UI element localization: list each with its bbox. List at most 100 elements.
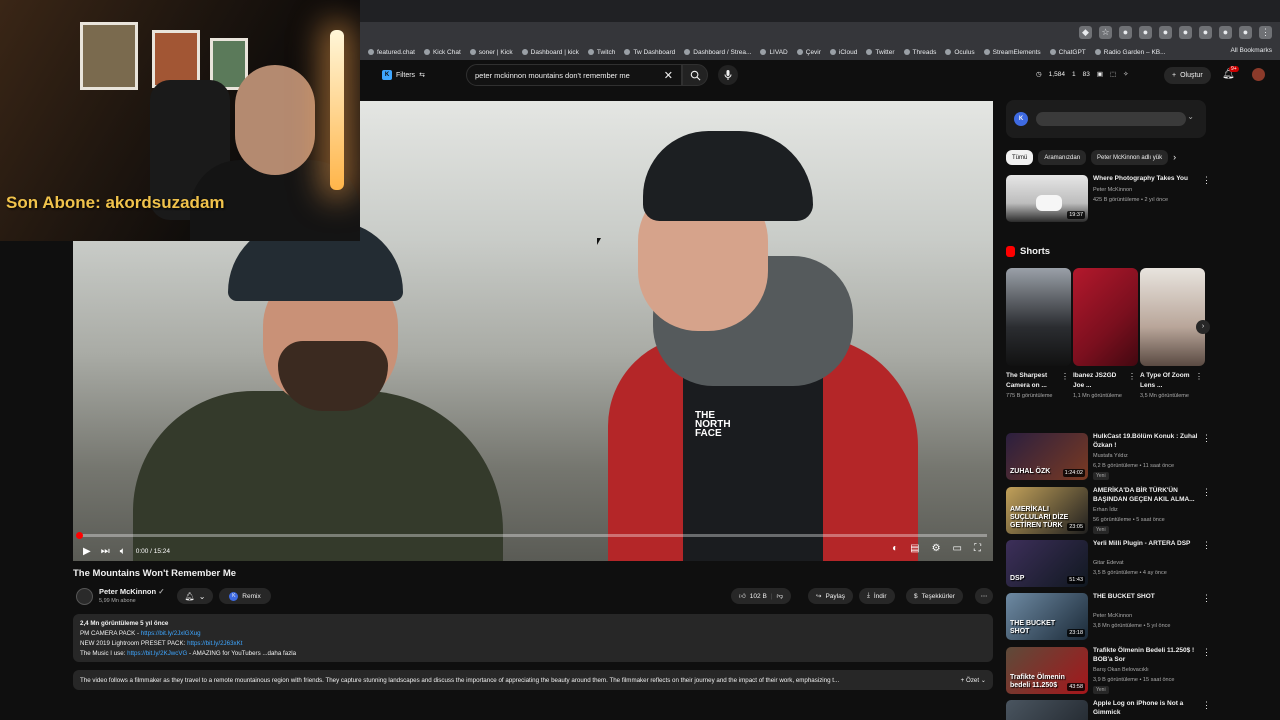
thumbs-down-icon[interactable]: 👎︎	[777, 592, 784, 600]
list-item[interactable]: DSP 51:43 Yerli Milli Plugin - ARTERA DSP G…	[1006, 540, 1211, 588]
progress-scrubber[interactable]	[76, 532, 83, 539]
more-vertical-icon[interactable]: ⋮	[1202, 487, 1211, 498]
short-thumbnail[interactable]	[1006, 268, 1071, 366]
bookmark-item[interactable]: Dashboard | kick	[521, 49, 579, 56]
video-thumbnail[interactable]: THE BUCKET SHOT 23:18	[1006, 593, 1088, 640]
all-bookmarks-button[interactable]: All Bookmarks	[1230, 47, 1272, 54]
description-link[interactable]: https://bit.ly/2KJwcVG	[127, 650, 187, 657]
video-thumbnail[interactable]: ZUHAL ÖZK 1:24:02	[1006, 433, 1088, 480]
chip-channel[interactable]: Peter McKinnon adlı yük	[1091, 150, 1169, 165]
next-icon[interactable]: ⏭︎	[101, 546, 110, 557]
short-item[interactable]: A Type Of Zoom Lens ... 3,5 Mn görüntüle…	[1140, 268, 1205, 400]
video-thumbnail[interactable]: AMERİKALI SUÇLULARI DİZE GETİREN TÜRK 23:…	[1006, 487, 1088, 534]
more-vertical-icon[interactable]: ⋮	[1202, 175, 1211, 186]
account-avatar[interactable]	[1252, 68, 1265, 81]
list-item[interactable]: AMERİKALI SUÇLULARI DİZE GETİREN TÜRK 23:…	[1006, 487, 1211, 535]
extension-icon[interactable]: ●	[1199, 26, 1212, 39]
volume-icon[interactable]: 🔈︎	[120, 546, 126, 557]
subscription-bell-button[interactable]: 🔔︎ ⌄	[177, 588, 213, 604]
video-thumbnail[interactable]: Trafikte Ölmenin bedeli 11.250$ 43:58	[1006, 647, 1088, 694]
channel-avatar[interactable]	[76, 588, 93, 605]
extension-icon[interactable]: ●	[1159, 26, 1172, 39]
list-item[interactable]: 19:37 Where Photography Takes You Peter …	[1006, 175, 1211, 223]
summary-button[interactable]: + Özet ⌄	[961, 677, 986, 684]
extension-icon[interactable]: ▣	[1097, 70, 1103, 78]
bookmark-item[interactable]: Tw Dashboard	[624, 49, 675, 56]
description-link[interactable]: https://bit.ly/2JxlGXug	[141, 630, 201, 637]
list-item[interactable]: Apple Log Apple Log on iPhone is Not a Gi…	[1006, 700, 1211, 720]
search-input[interactable]	[475, 70, 655, 80]
video-thumbnail[interactable]: 19:37	[1006, 175, 1088, 222]
more-vertical-icon[interactable]: ⋮	[1202, 433, 1211, 444]
ai-assistant-box[interactable]: K ⌄	[1006, 100, 1206, 138]
list-item[interactable]: Trafikte Ölmenin bedeli 11.250$ 43:58 Traf…	[1006, 647, 1211, 695]
more-vertical-icon[interactable]: ⋮	[1195, 372, 1203, 381]
bookmark-item[interactable]: Twitch	[587, 49, 615, 56]
like-button[interactable]: 👍︎ 102 B | 👎︎	[731, 588, 792, 604]
bookmark-item[interactable]: Çevir	[796, 49, 821, 56]
download-button[interactable]: ⤓ İndir	[859, 588, 895, 604]
chip-from-search[interactable]: Aramanızdan	[1038, 150, 1087, 165]
search-box[interactable]: ✕	[466, 64, 682, 86]
video-thumbnail[interactable]: DSP 51:43	[1006, 540, 1088, 587]
more-vertical-icon[interactable]: ⋮	[1202, 647, 1211, 658]
notifications-button[interactable]: 🔔︎ 9+	[1222, 66, 1239, 80]
description-box[interactable]: 2,4 Mn görüntüleme 5 yıl önce PM CAMERA …	[73, 614, 993, 662]
bookmark-item[interactable]: Twitter	[866, 49, 895, 56]
bookmark-item[interactable]: featured.chat	[368, 49, 415, 56]
ai-summary-bar[interactable]: The video follows a filmmaker as they tr…	[73, 670, 993, 690]
profile-icon[interactable]: ●	[1239, 26, 1252, 39]
list-item[interactable]: THE BUCKET SHOT 23:18 THE BUCKET SHOT Peter…	[1006, 593, 1211, 641]
shorts-next-button[interactable]: ›	[1196, 320, 1210, 334]
remix-button[interactable]: K Remix	[219, 588, 271, 604]
chevron-right-icon[interactable]: ›	[1173, 150, 1176, 165]
bookmark-item[interactable]: Oculus	[945, 49, 975, 56]
chevron-down-icon[interactable]: ⌄	[1187, 112, 1194, 121]
chip-all[interactable]: Tümü	[1006, 150, 1034, 165]
progress-bar[interactable]	[76, 532, 987, 539]
fullscreen-icon[interactable]: ⛶	[974, 543, 981, 554]
subtitles-icon[interactable]: ▤	[910, 543, 919, 554]
extension-icon[interactable]: ●	[1219, 26, 1232, 39]
short-thumbnail[interactable]	[1140, 268, 1205, 366]
bookmark-item[interactable]: StreamElements	[983, 49, 1041, 56]
more-vertical-icon[interactable]: ⋮	[1202, 593, 1211, 604]
bookmark-item[interactable]: Kick Chat	[423, 49, 461, 56]
video-thumbnail[interactable]: Apple Log	[1006, 700, 1088, 720]
bookmark-item[interactable]: iCloud	[829, 49, 857, 56]
short-item[interactable]: Ibanez JS2GD Joe ... 1,1 Mn görüntüleme …	[1073, 268, 1138, 400]
description-link[interactable]: https://bit.ly/2J63xKt	[187, 640, 242, 647]
short-thumbnail[interactable]	[1073, 268, 1138, 366]
more-vertical-icon[interactable]: ⋮	[1128, 372, 1136, 381]
bookmark-item[interactable]: Radio Garden – KB...	[1094, 49, 1166, 56]
channel-name[interactable]: Peter McKinnon ✓	[99, 587, 164, 596]
filters-button[interactable]: K Filters ⇆	[376, 67, 431, 83]
create-button[interactable]: + Oluştur	[1164, 67, 1211, 84]
thanks-button[interactable]: $ Teşekkürler	[906, 588, 963, 604]
more-vertical-icon[interactable]: ⋮	[1202, 700, 1211, 711]
extension-icon[interactable]: ◆	[1079, 26, 1092, 39]
theater-mode-icon[interactable]: ▭	[953, 543, 962, 554]
more-vertical-icon[interactable]: ⋮	[1061, 372, 1069, 381]
bookmark-item[interactable]: ChatGPT	[1049, 49, 1086, 56]
settings-gear-icon[interactable]: ⚙	[932, 543, 941, 554]
bookmark-item[interactable]: Dashboard / Strea...	[684, 49, 751, 56]
bookmark-star-icon[interactable]: ☆	[1099, 26, 1112, 39]
clear-search-icon[interactable]: ✕	[664, 69, 673, 82]
extension-icon[interactable]: ●	[1119, 26, 1132, 39]
bookmark-item[interactable]: Threads	[903, 49, 936, 56]
wand-icon[interactable]: ✧	[1123, 70, 1128, 78]
short-item[interactable]: The Sharpest Camera on ... 775 B görüntü…	[1006, 268, 1071, 400]
play-icon[interactable]: ▶	[83, 546, 91, 557]
list-item[interactable]: ZUHAL ÖZK 1:24:02 HulkCast 19.Bölüm Konuk …	[1006, 433, 1211, 481]
more-actions-button[interactable]: ⋯	[975, 588, 993, 604]
extension-icon[interactable]: ⬚	[1110, 70, 1116, 78]
voice-search-button[interactable]	[718, 65, 738, 85]
more-vertical-icon[interactable]: ⋮	[1202, 540, 1211, 551]
share-button[interactable]: ↪ Paylaş	[808, 588, 853, 604]
bookmark-item[interactable]: LIVAD	[760, 49, 788, 56]
autoplay-toggle-icon[interactable]: ◐	[892, 543, 898, 554]
extension-icon[interactable]: ●	[1139, 26, 1152, 39]
bookmark-item[interactable]: soner | Kick	[469, 49, 513, 56]
menu-icon[interactable]: ⋮	[1259, 26, 1272, 39]
